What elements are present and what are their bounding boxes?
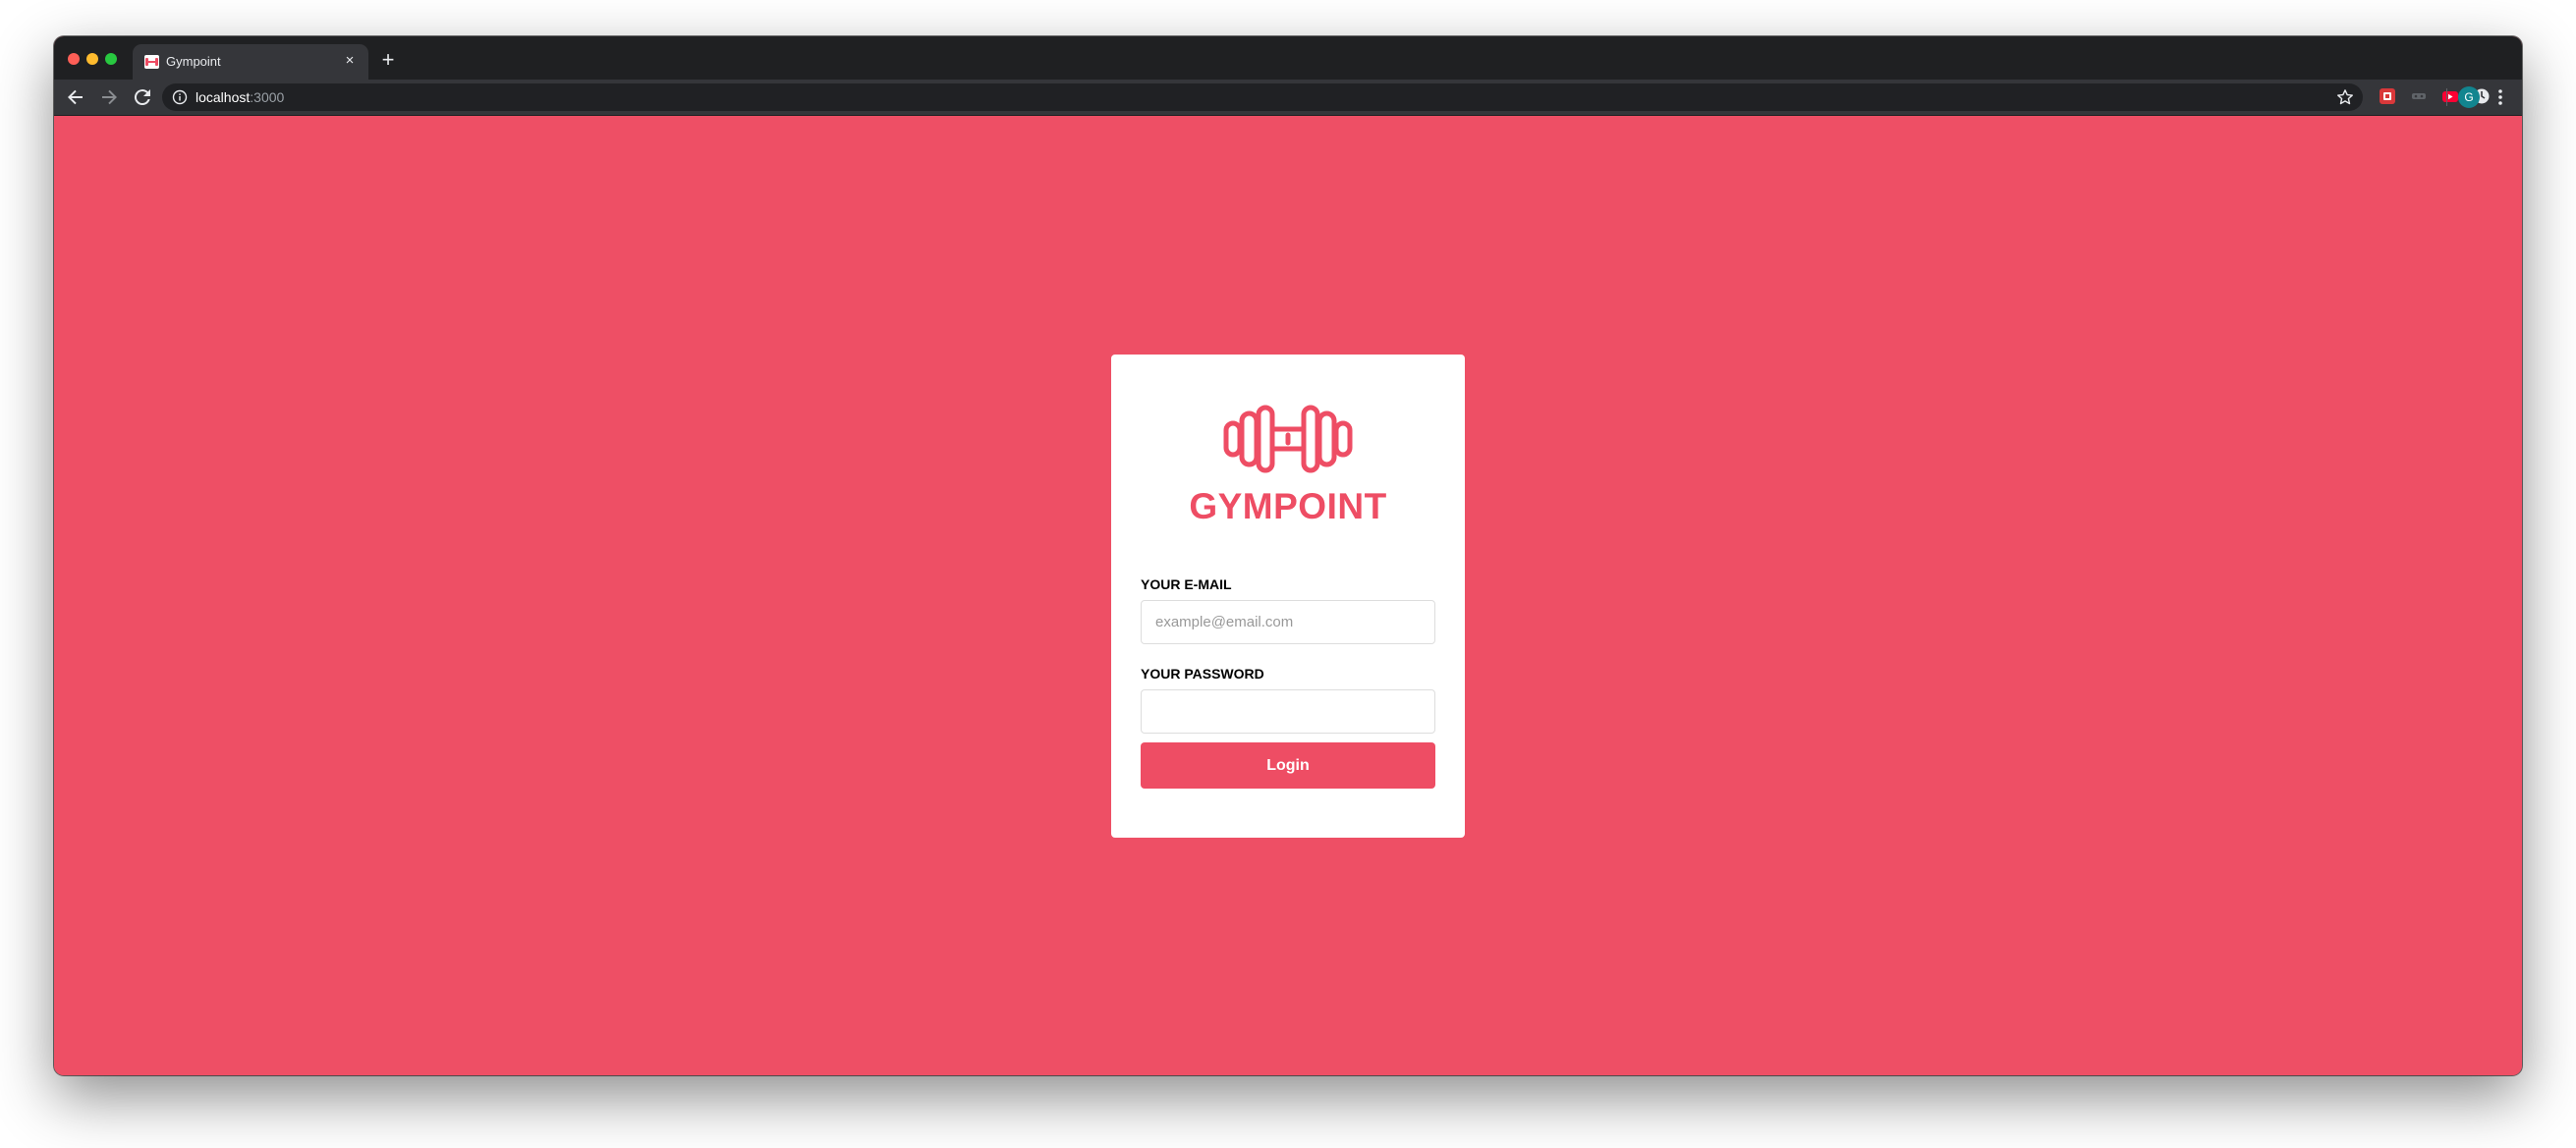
browser-toolbar: localhost:3000 [54,80,2522,116]
maximize-window-button[interactable] [105,53,117,65]
toolbar-separator [2446,88,2447,106]
password-field[interactable] [1141,689,1435,734]
password-label: YOUR PASSWORD [1141,666,1264,682]
login-card: GYMPOINT YOUR E-MAIL YOUR PASSWORD Login [1111,355,1465,838]
brand-name: GYMPOINT [1189,486,1387,526]
tab-close-icon[interactable]: × [341,52,359,70]
minimize-window-button[interactable] [86,53,98,65]
browser-window: Gympoint × + localhost:3000 GYMPOINT YOU… [54,36,2522,1075]
address-bar[interactable]: localhost:3000 [162,83,2363,111]
kebab-menu-icon[interactable] [2492,87,2509,107]
youtube-extension-icon[interactable] [2441,87,2459,105]
reload-icon[interactable] [131,85,154,109]
tab-gympoint[interactable]: Gympoint × [133,44,368,80]
tab-strip: Gympoint × + [54,36,2522,80]
back-arrow-icon[interactable] [64,85,87,109]
dumbbell-favicon-icon [144,55,159,69]
dumbbell-logo-icon [1223,404,1353,474]
tab-title: Gympoint [166,54,221,69]
grey-extension-icon[interactable] [2410,87,2428,105]
profile-avatar[interactable]: G [2458,86,2480,108]
url-text: localhost:3000 [196,88,284,106]
email-label: YOUR E-MAIL [1141,576,1232,592]
red-square-extension-icon[interactable] [2379,87,2396,105]
new-tab-button[interactable]: + [378,49,398,71]
url-port: :3000 [250,89,285,105]
forward-arrow-icon[interactable] [97,85,121,109]
email-field[interactable] [1141,600,1435,644]
url-host: localhost [196,89,251,105]
star-icon[interactable] [2335,87,2355,107]
close-window-button[interactable] [68,53,80,65]
login-page: GYMPOINT YOUR E-MAIL YOUR PASSWORD Login [54,116,2522,1075]
login-button[interactable]: Login [1141,742,1435,789]
info-icon[interactable] [172,89,188,105]
